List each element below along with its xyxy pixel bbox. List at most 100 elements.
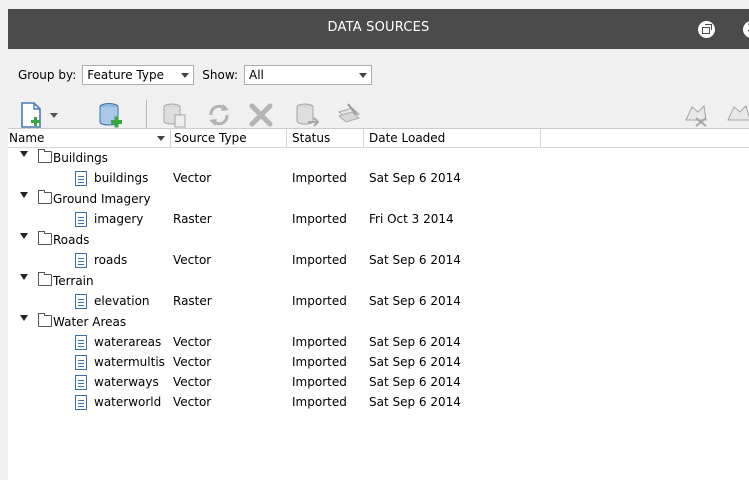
item-source-type: Vector — [173, 253, 212, 267]
tree-item-row[interactable]: waterareas Vector Imported Sat Sep 6 201… — [8, 333, 749, 353]
clear-features-icon[interactable] — [682, 100, 712, 130]
tree-item-row[interactable]: elevation Raster Imported Sat Sep 6 2014 — [8, 292, 749, 312]
document-icon — [75, 355, 87, 370]
column-divider — [170, 129, 171, 147]
tree-group-row[interactable]: Terrain — [8, 272, 749, 292]
expand-arrow-icon[interactable] — [20, 192, 28, 198]
expand-arrow-icon[interactable] — [20, 233, 28, 239]
toolbar — [18, 96, 749, 132]
tree-group-row[interactable]: Ground Imagery — [8, 190, 749, 210]
expand-arrow-icon[interactable] — [20, 151, 28, 157]
group-by-dropdown[interactable]: Feature Type — [82, 65, 195, 85]
group-name: Water Areas — [53, 315, 127, 329]
add-datasource-icon[interactable] — [96, 100, 126, 130]
item-date-loaded: Sat Sep 6 2014 — [369, 171, 461, 185]
tree-group-row[interactable]: Roads — [8, 231, 749, 251]
item-name: waterworld — [94, 395, 162, 409]
group-name: Roads — [53, 233, 90, 247]
item-source-type: Vector — [173, 171, 212, 185]
panel-title: DATA SOURCES — [327, 20, 430, 35]
item-status: Imported — [292, 335, 347, 349]
document-icon — [75, 335, 87, 350]
tree-item-row[interactable]: imagery Raster Imported Fri Oct 3 2014 — [8, 210, 749, 230]
column-header: Name Source Type Status Date Loaded — [8, 129, 749, 148]
item-name: watermultis — [94, 355, 165, 369]
chevron-down-icon[interactable] — [157, 136, 165, 141]
tree-group-row[interactable]: Water Areas — [8, 313, 749, 333]
filter-bar: Group by: Feature Type Show: All — [18, 64, 380, 86]
item-date-loaded: Sat Sep 6 2014 — [369, 375, 461, 389]
expand-arrow-icon[interactable] — [20, 315, 28, 321]
export-icon[interactable] — [292, 100, 322, 130]
show-label: Show: — [202, 68, 239, 82]
item-date-loaded: Fri Oct 3 2014 — [369, 212, 454, 226]
item-status: Imported — [292, 375, 347, 389]
tree-item-row[interactable]: roads Vector Imported Sat Sep 6 2014 — [8, 251, 749, 271]
item-source-type: Vector — [173, 335, 212, 349]
item-name: buildings — [94, 171, 149, 185]
folder-icon — [38, 231, 52, 245]
tree-item-row[interactable]: buildings Vector Imported Sat Sep 6 2014 — [8, 169, 749, 189]
group-by-label: Group by: — [18, 68, 77, 82]
item-status: Imported — [292, 212, 347, 226]
chevron-down-icon — [181, 72, 190, 78]
tree-item-row[interactable]: waterworld Vector Imported Sat Sep 6 201… — [8, 393, 749, 413]
document-icon — [75, 212, 87, 227]
item-date-loaded: Sat Sep 6 2014 — [369, 253, 461, 267]
show-value: All — [249, 68, 264, 82]
remove-icon[interactable] — [246, 100, 276, 130]
group-name: Buildings — [53, 151, 108, 165]
folder-icon — [38, 272, 52, 286]
group-name: Ground Imagery — [53, 192, 151, 206]
data-sources-tree: Name Source Type Status Date Loaded Buil… — [8, 128, 749, 480]
document-icon — [75, 395, 87, 410]
folder-icon — [38, 313, 52, 327]
close-icon[interactable] — [743, 18, 749, 38]
column-status[interactable]: Status — [292, 131, 330, 145]
item-source-type: Raster — [173, 212, 212, 226]
item-status: Imported — [292, 253, 347, 267]
column-divider — [363, 129, 364, 147]
item-name: imagery — [94, 212, 144, 226]
restore-icon[interactable] — [698, 21, 715, 38]
item-source-type: Raster — [173, 294, 212, 308]
show-dropdown[interactable]: All — [244, 65, 373, 85]
new-document-icon[interactable] — [18, 100, 64, 130]
document-icon — [75, 375, 87, 390]
chevron-down-icon — [359, 72, 368, 78]
group-name: Terrain — [53, 274, 94, 288]
tree-item-row[interactable]: waterways Vector Imported Sat Sep 6 2014 — [8, 373, 749, 393]
datasource-properties-icon[interactable] — [160, 100, 190, 130]
item-name: roads — [94, 253, 128, 267]
column-name[interactable]: Name — [9, 131, 44, 145]
item-date-loaded: Sat Sep 6 2014 — [369, 355, 461, 369]
column-date-loaded[interactable]: Date Loaded — [369, 131, 445, 145]
document-icon — [75, 253, 87, 268]
document-icon — [75, 294, 87, 309]
group-by-value: Feature Type — [87, 68, 164, 82]
item-status: Imported — [292, 171, 347, 185]
expand-arrow-icon[interactable] — [20, 274, 28, 280]
item-source-type: Vector — [173, 375, 212, 389]
item-date-loaded: Sat Sep 6 2014 — [369, 395, 461, 409]
folder-icon — [38, 190, 52, 204]
column-divider — [286, 129, 287, 147]
column-divider — [540, 129, 541, 147]
item-source-type: Vector — [173, 355, 212, 369]
item-date-loaded: Sat Sep 6 2014 — [369, 294, 461, 308]
refresh-icon[interactable] — [204, 100, 234, 130]
item-status: Imported — [292, 294, 347, 308]
document-icon — [75, 171, 87, 186]
column-source-type[interactable]: Source Type — [174, 131, 247, 145]
item-name: elevation — [94, 294, 150, 308]
tree-group-row[interactable]: Buildings — [8, 149, 749, 169]
item-name: waterways — [94, 375, 159, 389]
item-source-type: Vector — [173, 395, 212, 409]
item-status: Imported — [292, 355, 347, 369]
edit-icon[interactable] — [334, 100, 364, 130]
folder-icon — [38, 149, 52, 163]
item-date-loaded: Sat Sep 6 2014 — [369, 335, 461, 349]
features-icon[interactable] — [724, 100, 749, 130]
tree-item-row[interactable]: watermultis Vector Imported Sat Sep 6 20… — [8, 353, 749, 373]
item-status: Imported — [292, 395, 347, 409]
